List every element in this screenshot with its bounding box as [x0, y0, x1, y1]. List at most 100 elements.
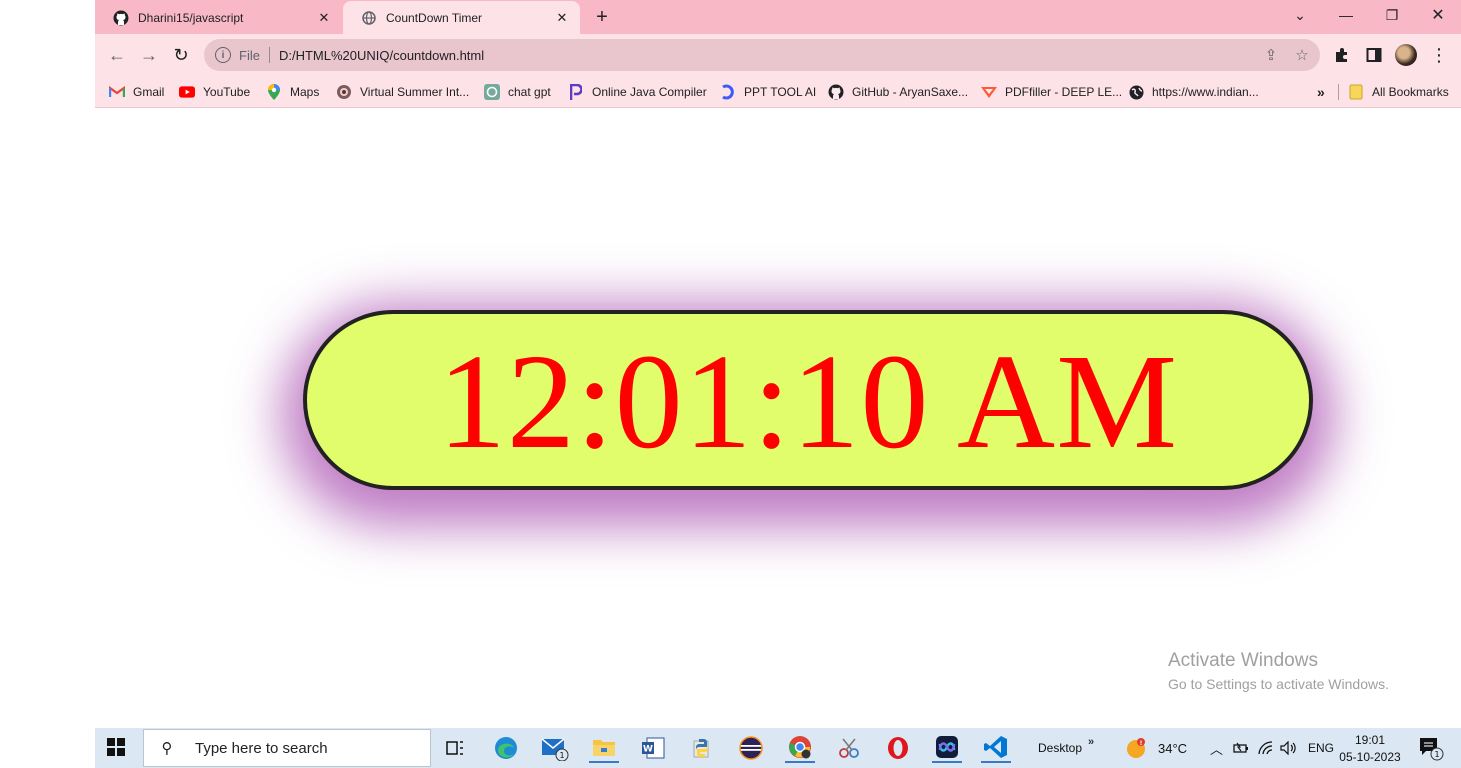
- python-icon[interactable]: [687, 733, 717, 763]
- bookmark-label: YouTube: [203, 85, 251, 99]
- bookmark-label: PPT TOOL AI: [744, 85, 817, 99]
- taskbar-search-box[interactable]: ⚲ Type here to search: [143, 729, 431, 767]
- pdffiller-icon: [981, 84, 997, 100]
- bookmark-label: PDFfiller - DEEP LE...: [1005, 85, 1123, 99]
- maps-icon: [266, 84, 282, 100]
- folder-icon: [1348, 84, 1364, 100]
- site-info-icon[interactable]: i: [215, 47, 231, 63]
- tray-overflow-chevron-icon[interactable]: ︿: [1210, 728, 1223, 768]
- avatar: [1395, 44, 1417, 66]
- bookmark-chat-gpt[interactable]: chat gpt: [484, 83, 551, 101]
- bookmark-label: Virtual Summer Int...: [360, 85, 470, 99]
- eclipse-icon[interactable]: [736, 733, 766, 763]
- opera-icon[interactable]: [883, 733, 913, 763]
- svg-text:!: !: [1140, 740, 1143, 747]
- tab-search-chevron-icon[interactable]: ⌄: [1277, 0, 1323, 30]
- battery-icon[interactable]: [1233, 728, 1249, 768]
- side-panel-icon[interactable]: [1363, 44, 1385, 66]
- svg-text:W: W: [643, 745, 653, 755]
- close-tab-icon[interactable]: ✕: [554, 10, 570, 26]
- bookmark-indian-site[interactable]: https://www.indian...: [1128, 83, 1259, 101]
- back-icon[interactable]: ←: [104, 42, 130, 68]
- snipping-tool-icon[interactable]: [834, 733, 864, 763]
- bookmark-label: Online Java Compiler: [592, 85, 707, 99]
- all-bookmarks-label: All Bookmarks: [1372, 85, 1449, 99]
- ppt-tool-icon: [720, 84, 736, 100]
- file-explorer-icon[interactable]: [589, 733, 619, 763]
- bookmark-online-java-compiler[interactable]: Online Java Compiler: [568, 83, 707, 101]
- bookmark-github-aryansaxena[interactable]: GitHub - AryanSaxe...: [828, 83, 968, 101]
- webex-icon[interactable]: [932, 733, 962, 763]
- browser-window: Dharini15/javascript ✕ CountDown Timer ✕…: [95, 0, 1461, 728]
- notification-center-icon[interactable]: 1: [1417, 728, 1445, 768]
- all-bookmarks-button[interactable]: All Bookmarks: [1348, 83, 1449, 101]
- clock-time: 19:01: [1354, 733, 1386, 747]
- restore-icon[interactable]: ❐: [1369, 0, 1415, 30]
- word-icon[interactable]: W: [638, 733, 668, 763]
- mail-icon[interactable]: 1: [540, 733, 570, 763]
- tab-title: CountDown Timer: [386, 10, 483, 25]
- input-language[interactable]: ENG: [1308, 728, 1334, 768]
- edge-icon[interactable]: [491, 733, 521, 763]
- reload-icon[interactable]: ↻: [168, 42, 194, 68]
- globe-icon: [361, 10, 377, 26]
- left-desktop-strip: [0, 0, 95, 768]
- share-icon[interactable]: ⇪: [1258, 42, 1284, 68]
- watermark-title: Activate Windows: [1168, 650, 1318, 671]
- language-label: ENG: [1308, 741, 1335, 755]
- minimize-icon[interactable]: —: [1323, 0, 1369, 30]
- gmail-icon: [109, 84, 125, 100]
- bookmark-maps[interactable]: Maps: [266, 83, 319, 101]
- weather-temp: 34°C: [1158, 740, 1188, 756]
- browser-toolbar: ← → ↻ i File D:/HTML%20UNIQ/countdown.ht…: [95, 34, 1461, 76]
- programiz-icon: [568, 84, 584, 100]
- bookmark-label: GitHub - AryanSaxe...: [852, 85, 969, 99]
- chrome-icon[interactable]: [785, 733, 815, 763]
- divider: [1338, 84, 1339, 100]
- tab-github-javascript[interactable]: Dharini15/javascript ✕: [95, 1, 342, 34]
- extensions-icon[interactable]: [1331, 44, 1353, 66]
- search-placeholder: Type here to search: [195, 739, 328, 757]
- bookmarks-overflow-icon[interactable]: »: [1317, 83, 1325, 101]
- close-tab-icon[interactable]: ✕: [316, 10, 332, 26]
- url-text[interactable]: D:/HTML%20UNIQ/countdown.html: [279, 48, 1258, 63]
- vscode-icon[interactable]: [981, 733, 1011, 763]
- desktop-overflow-icon[interactable]: »: [1088, 722, 1094, 762]
- mail-badge-count: 1: [559, 751, 564, 760]
- bookmark-youtube[interactable]: YouTube: [179, 83, 250, 101]
- notification-count: 1: [1434, 750, 1439, 759]
- profile-avatar[interactable]: [1395, 44, 1417, 66]
- address-bar[interactable]: i File D:/HTML%20UNIQ/countdown.html ⇪ ☆: [204, 39, 1320, 71]
- openai-icon: [484, 84, 500, 100]
- site-icon: [336, 84, 352, 100]
- forward-icon[interactable]: →: [136, 42, 162, 68]
- globe-icon: [1128, 84, 1144, 100]
- new-tab-icon[interactable]: +: [591, 6, 613, 28]
- bookmark-virtual-summer[interactable]: Virtual Summer Int...: [336, 83, 469, 101]
- bookmark-pdffiller[interactable]: PDFfiller - DEEP LE...: [981, 83, 1122, 101]
- clock-time-text: 12:01:10 AM: [437, 327, 1179, 477]
- task-view-icon[interactable]: [440, 733, 470, 763]
- windows-start-icon[interactable]: [107, 738, 127, 758]
- bookmark-gmail[interactable]: Gmail: [109, 83, 164, 101]
- windows-taskbar: ⚲ Type here to search 1 W Desktop » ! 34…: [95, 728, 1461, 768]
- github-icon: [113, 10, 129, 26]
- bookmark-star-icon[interactable]: ☆: [1289, 42, 1315, 68]
- weather-sun-icon: !: [1127, 738, 1145, 758]
- url-scheme-label: File: [239, 47, 260, 63]
- desktop-toolbar[interactable]: Desktop: [1038, 728, 1082, 768]
- menu-kebab-icon[interactable]: ⋮: [1428, 44, 1450, 66]
- bookmark-label: https://www.indian...: [1152, 85, 1259, 99]
- tab-countdown-timer[interactable]: CountDown Timer ✕: [343, 1, 580, 34]
- tab-title: Dharini15/javascript: [138, 10, 244, 25]
- bookmark-label: Maps: [290, 85, 320, 99]
- weather-widget[interactable]: ! 34°C: [1126, 728, 1187, 768]
- youtube-icon: [179, 84, 195, 100]
- wifi-icon[interactable]: [1258, 728, 1274, 768]
- bookmark-ppt-tool-ai[interactable]: PPT TOOL AI: [720, 83, 816, 101]
- volume-icon[interactable]: [1280, 728, 1298, 768]
- close-window-icon[interactable]: ✕: [1415, 0, 1461, 30]
- activate-windows-watermark: Activate Windows Go to Settings to activ…: [1168, 650, 1389, 692]
- bookmark-label: chat gpt: [508, 85, 551, 99]
- system-clock[interactable]: 19:01 05-10-2023: [1335, 732, 1405, 766]
